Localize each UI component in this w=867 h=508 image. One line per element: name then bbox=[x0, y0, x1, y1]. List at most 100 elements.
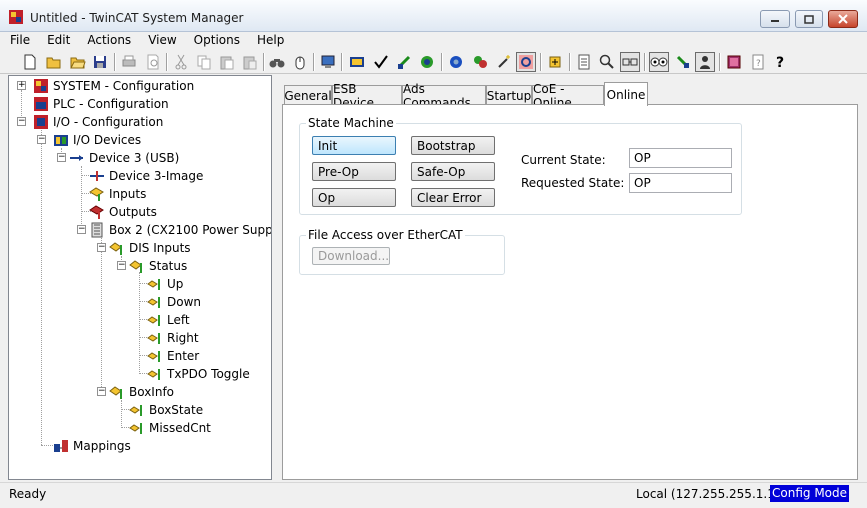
tree-item-missedcnt[interactable]: MissedCnt bbox=[129, 419, 211, 437]
tab-startup[interactable]: Startup bbox=[486, 85, 532, 105]
paste-icon[interactable] bbox=[217, 52, 237, 72]
set-run-mode-icon[interactable] bbox=[394, 52, 414, 72]
pane-splitter[interactable] bbox=[273, 75, 279, 480]
tree-item-device3[interactable]: Device 3 (USB) bbox=[69, 149, 179, 167]
reload-devices-icon[interactable] bbox=[446, 52, 466, 72]
tree-item-dis-inputs[interactable]: DIS Inputs bbox=[109, 239, 191, 257]
tree-item-left[interactable]: Left bbox=[147, 311, 190, 329]
eyes-icon[interactable] bbox=[649, 52, 669, 72]
tree-item-label: SYSTEM - Configuration bbox=[53, 79, 195, 93]
tab-esb-device[interactable]: ESB Device bbox=[332, 82, 402, 110]
tree-item-label: MissedCnt bbox=[149, 421, 211, 435]
menu-bar: File Edit Actions View Options Help bbox=[0, 32, 867, 49]
check-icon[interactable] bbox=[371, 52, 391, 72]
tree-item-status[interactable]: Status bbox=[129, 257, 187, 275]
tree-item-inputs[interactable]: Inputs bbox=[89, 185, 146, 203]
tree-item-io-config[interactable]: I/O - Configuration bbox=[33, 113, 163, 131]
menu-help[interactable]: Help bbox=[257, 32, 284, 49]
save-icon[interactable] bbox=[90, 52, 110, 72]
mouse-icon[interactable] bbox=[290, 52, 310, 72]
collapse-toggle[interactable]: − bbox=[117, 261, 126, 270]
menu-options[interactable]: Options bbox=[194, 32, 240, 49]
add-icon[interactable] bbox=[545, 52, 565, 72]
menu-edit[interactable]: Edit bbox=[47, 32, 70, 49]
tree-item-down[interactable]: Down bbox=[147, 293, 201, 311]
tree-item-label: Mappings bbox=[73, 439, 131, 453]
collapse-toggle[interactable]: − bbox=[97, 243, 106, 252]
paste-special-icon[interactable] bbox=[240, 52, 260, 72]
tree-item-up[interactable]: Up bbox=[147, 275, 183, 293]
input-var-icon bbox=[109, 386, 122, 399]
tab-coe-online[interactable]: CoE - Online bbox=[532, 82, 604, 110]
print-preview-icon[interactable] bbox=[143, 52, 163, 72]
link-icon[interactable] bbox=[620, 52, 640, 72]
menu-actions[interactable]: Actions bbox=[87, 32, 131, 49]
list-icon[interactable] bbox=[574, 52, 594, 72]
bootstrap-button[interactable]: Bootstrap bbox=[411, 136, 495, 155]
init-button[interactable]: Init bbox=[312, 136, 396, 155]
find-icon[interactable] bbox=[267, 52, 287, 72]
menu-view[interactable]: View bbox=[148, 32, 176, 49]
box-icon bbox=[91, 222, 103, 238]
tree-item-label: Left bbox=[167, 313, 190, 327]
tab-general[interactable]: General bbox=[284, 85, 332, 105]
collapse-toggle[interactable]: − bbox=[37, 135, 46, 144]
tree-item-label: BoxInfo bbox=[129, 385, 175, 399]
status-target: Local (127.255.255.1.1.1) bbox=[636, 487, 791, 501]
config-tree[interactable]: + − − − − − − − SYSTEM - Configuration P… bbox=[8, 75, 272, 480]
menu-file[interactable]: File bbox=[10, 32, 30, 49]
file-access-title: File Access over EtherCAT bbox=[306, 228, 465, 242]
tab-ads-commands[interactable]: Ads Commands bbox=[402, 82, 486, 110]
tree-item-io-devices[interactable]: I/O Devices bbox=[53, 131, 141, 149]
tree-item-boxstate[interactable]: BoxState bbox=[129, 401, 203, 419]
tree-item-mappings[interactable]: Mappings bbox=[53, 437, 131, 455]
tree-item-box2[interactable]: Box 2 (CX2100 Power Supply) bbox=[89, 221, 271, 239]
set-config-mode-icon[interactable] bbox=[417, 52, 437, 72]
close-button[interactable] bbox=[828, 10, 858, 28]
clear-error-button[interactable]: Clear Error bbox=[411, 188, 495, 207]
preop-button[interactable]: Pre-Op bbox=[312, 162, 396, 181]
tree-item-enter[interactable]: Enter bbox=[147, 347, 199, 365]
scan-icon[interactable] bbox=[470, 52, 490, 72]
expand-toggle[interactable]: + bbox=[17, 81, 26, 90]
download-button[interactable]: Download... bbox=[312, 247, 390, 265]
collapse-toggle[interactable]: − bbox=[57, 153, 66, 162]
open-folder-icon[interactable] bbox=[68, 52, 88, 72]
safeop-button[interactable]: Safe-Op bbox=[411, 162, 495, 181]
tree-item-plc[interactable]: PLC - Configuration bbox=[33, 95, 169, 113]
target-icon[interactable] bbox=[318, 52, 338, 72]
wand-icon[interactable] bbox=[494, 52, 514, 72]
activate-icon[interactable] bbox=[347, 52, 367, 72]
collapse-toggle[interactable]: − bbox=[97, 387, 106, 396]
tree-item-device3-image[interactable]: Device 3-Image bbox=[89, 167, 203, 185]
collapse-toggle[interactable]: − bbox=[17, 117, 26, 126]
collapse-toggle[interactable]: − bbox=[77, 225, 86, 234]
tree-item-label: DIS Inputs bbox=[129, 241, 191, 255]
open-icon[interactable] bbox=[44, 52, 64, 72]
tree-item-label: Inputs bbox=[109, 187, 147, 201]
online-icon[interactable] bbox=[516, 52, 536, 72]
book-icon[interactable] bbox=[724, 52, 744, 72]
tree-item-txpdo-toggle[interactable]: TxPDO Toggle bbox=[147, 365, 250, 383]
maximize-button[interactable] bbox=[795, 10, 823, 28]
tree-item-system[interactable]: SYSTEM - Configuration bbox=[33, 77, 194, 95]
info-icon[interactable]: ? bbox=[748, 52, 768, 72]
inputs-icon bbox=[89, 187, 104, 201]
minimize-button[interactable] bbox=[760, 10, 790, 28]
cut-icon[interactable] bbox=[171, 52, 191, 72]
zoom-icon[interactable] bbox=[597, 52, 617, 72]
tree-item-label: Device 3-Image bbox=[109, 169, 204, 183]
help-icon[interactable]: ? bbox=[770, 52, 790, 72]
tree-item-right[interactable]: Right bbox=[147, 329, 199, 347]
title-bar: Untitled - TwinCAT System Manager bbox=[0, 0, 867, 32]
tree-item-boxinfo[interactable]: BoxInfo bbox=[109, 383, 174, 401]
tree-item-outputs[interactable]: Outputs bbox=[89, 203, 157, 221]
status-mode-badge: Config Mode bbox=[770, 485, 850, 502]
copy-icon[interactable] bbox=[194, 52, 214, 72]
connect-icon[interactable] bbox=[673, 52, 693, 72]
user-icon[interactable] bbox=[695, 52, 715, 72]
op-button[interactable]: Op bbox=[312, 188, 396, 207]
tab-online[interactable]: Online bbox=[604, 82, 648, 106]
print-icon[interactable] bbox=[119, 52, 139, 72]
new-icon[interactable] bbox=[20, 52, 40, 72]
